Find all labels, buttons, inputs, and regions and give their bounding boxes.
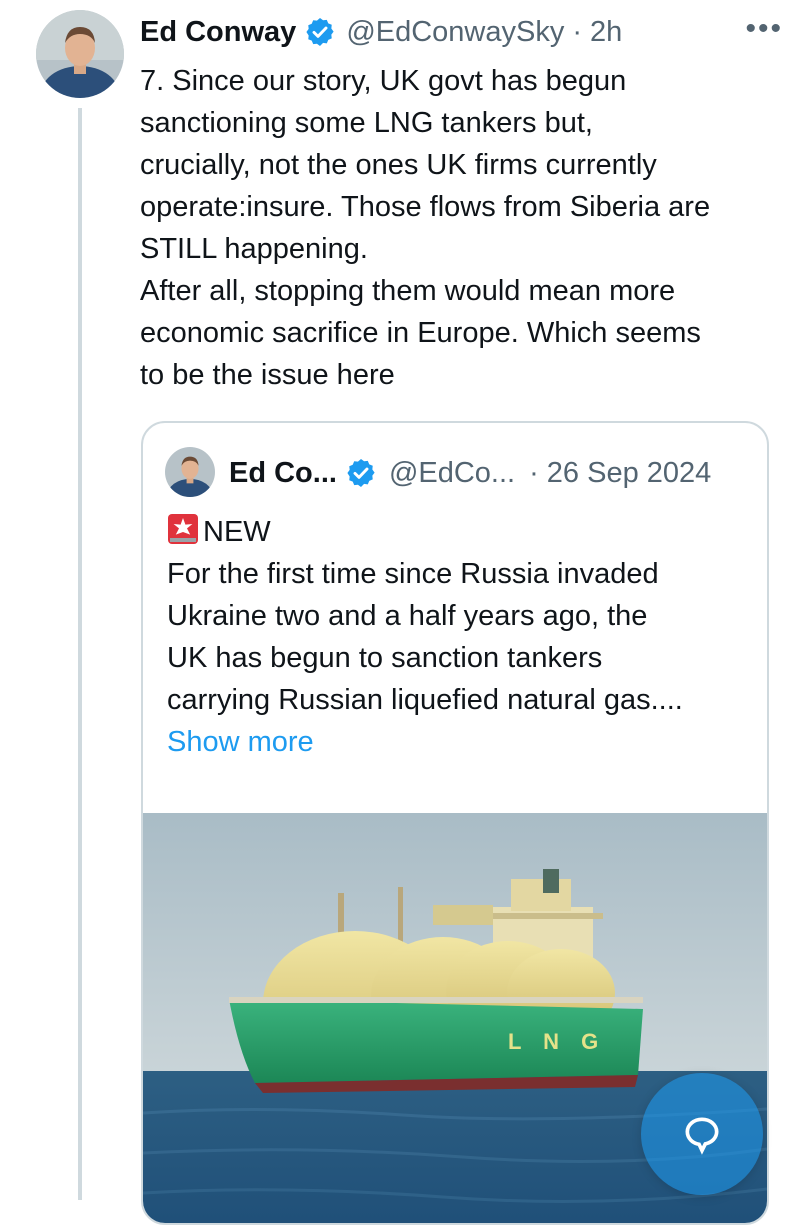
- show-more-link[interactable]: Show more: [167, 721, 757, 763]
- verified-badge-icon: [306, 18, 334, 46]
- quoted-tweet-body: NEW For the first time since Russia inva…: [167, 511, 757, 763]
- tweet-line: STILL happening.: [140, 233, 368, 265]
- tweet-line: economic sacrifice in Europe. Which seem…: [140, 317, 701, 349]
- quoted-line: Ukraine two and a half years ago, the: [167, 600, 648, 632]
- thread-connector-line: [78, 108, 82, 1200]
- tweet-body: 7. Since our story, UK govt has begun sa…: [140, 60, 780, 396]
- quoted-line: UK has begun to sanction tankers: [167, 642, 603, 674]
- author-avatar[interactable]: [36, 10, 124, 98]
- more-horizontal-icon[interactable]: •••: [745, 12, 783, 46]
- tweet-line: to be the issue here: [140, 359, 395, 391]
- tweet-header: Ed Conway @EdConwaySky · 2h •••: [140, 12, 783, 52]
- tweet-line: sanctioning some LNG tankers but,: [140, 107, 593, 139]
- tweet-timestamp[interactable]: 2h: [590, 16, 622, 49]
- rotating-light-icon: [168, 514, 198, 544]
- quoted-badge-line: NEW: [167, 511, 757, 553]
- tweet-line: 7. Since our story, UK govt has begun: [140, 65, 627, 97]
- separator-dot: ·: [572, 15, 583, 48]
- tweet-line: After all, stopping them would mean more: [140, 275, 676, 307]
- quoted-author-avatar[interactable]: [165, 447, 215, 497]
- separator-dot: ·: [529, 456, 539, 489]
- author-name[interactable]: Ed Conway: [140, 16, 296, 49]
- quoted-author-handle[interactable]: @EdCo...: [389, 457, 515, 490]
- quoted-tweet-header: Ed Co... @EdCo... · 26 Sep 2024: [229, 451, 747, 495]
- verified-badge-icon: [347, 459, 375, 487]
- tweet-line: operate:insure. Those flows from Siberia…: [140, 191, 711, 223]
- quoted-line: For the first time since Russia invaded: [167, 558, 659, 590]
- quoted-author-name[interactable]: Ed Co...: [229, 457, 337, 490]
- author-handle[interactable]: @EdConwaySky: [346, 16, 564, 49]
- reply-bubble-icon: [685, 1117, 719, 1155]
- new-badge-text: NEW: [203, 516, 271, 548]
- quoted-author-avatar-image: [165, 447, 215, 497]
- floating-reply-button[interactable]: [641, 1073, 763, 1195]
- author-avatar-image: [36, 10, 124, 98]
- tweet-line: crucially, not the ones UK firms current…: [140, 149, 657, 181]
- hull-lettering: L N G: [508, 1029, 606, 1054]
- quoted-line: carrying Russian liquefied natural gas..…: [167, 684, 683, 716]
- quoted-tweet-date[interactable]: 26 Sep 2024: [547, 457, 711, 490]
